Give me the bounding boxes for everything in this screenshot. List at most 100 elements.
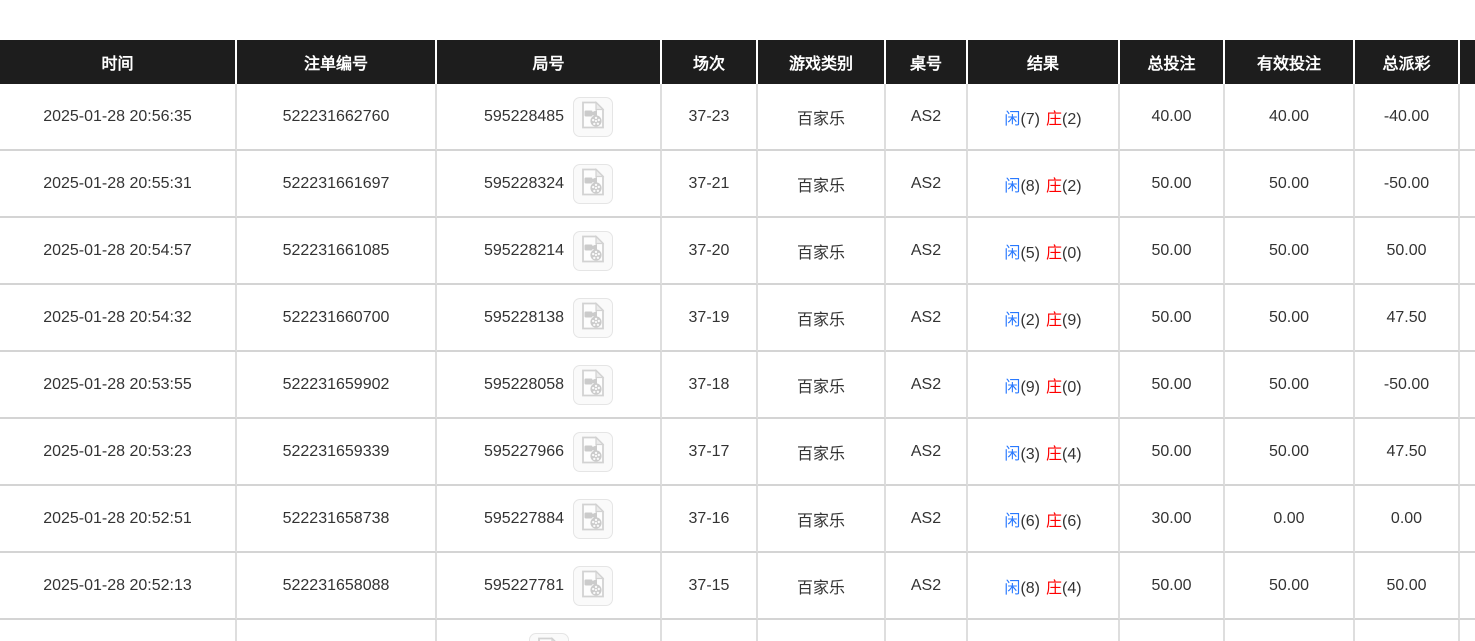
result-player-label: 闲 bbox=[1004, 245, 1020, 262]
result-player-points: (9) bbox=[1020, 379, 1040, 396]
cell-total-payout: -50.00 bbox=[1355, 151, 1460, 218]
cell-round-number: 595228214 bbox=[437, 218, 662, 285]
cell-table-number: AS2 bbox=[886, 84, 968, 151]
result-player-points: (2) bbox=[1020, 312, 1040, 329]
cell-total-payout: 47.50 bbox=[1355, 419, 1460, 486]
cell-total-bet: 50.00 bbox=[1120, 419, 1225, 486]
cell-table-number: AS2 bbox=[886, 151, 968, 218]
table-row: 2025-01-28 20:56:35522231662760595228485… bbox=[0, 84, 1475, 151]
table-row: 2025-01-28 20:54:32522231660700595228138… bbox=[0, 285, 1475, 352]
column-header-结果: 结果 bbox=[968, 40, 1120, 84]
cell-game-type: 百家乐 bbox=[758, 151, 886, 218]
cell-bet-number: 522231658738 bbox=[237, 486, 437, 553]
result-banker-points: (2) bbox=[1062, 178, 1082, 195]
result-banker-points: (9) bbox=[1062, 312, 1082, 329]
cell-empty bbox=[662, 620, 758, 641]
round-number-text: 595227884 bbox=[484, 510, 564, 528]
cell-total-payout: -50.00 bbox=[1355, 352, 1460, 419]
cell-game-type: 百家乐 bbox=[758, 486, 886, 553]
cell-session: 37-21 bbox=[662, 151, 758, 218]
round-number-text: 595228324 bbox=[484, 175, 564, 193]
cell-extra bbox=[1460, 218, 1475, 285]
cell-empty bbox=[1120, 620, 1225, 641]
cell-session: 37-16 bbox=[662, 486, 758, 553]
cell-round-number: 595228324 bbox=[437, 151, 662, 218]
video-file-icon bbox=[537, 637, 561, 641]
cell-session: 37-18 bbox=[662, 352, 758, 419]
cell-valid-bet: 50.00 bbox=[1225, 352, 1355, 419]
cell-bet-number: 522231658088 bbox=[237, 553, 437, 620]
video-replay-button[interactable] bbox=[573, 432, 613, 472]
cell-result: 闲(6)庄(6) bbox=[968, 486, 1120, 553]
cell-table-number: AS2 bbox=[886, 419, 968, 486]
cell-bet-number: 522231659339 bbox=[237, 419, 437, 486]
cell-valid-bet: 50.00 bbox=[1225, 151, 1355, 218]
cell-session: 37-17 bbox=[662, 419, 758, 486]
cell-total-bet: 50.00 bbox=[1120, 151, 1225, 218]
column-header-桌号: 桌号 bbox=[886, 40, 968, 84]
cell-result: 闲(7)庄(2) bbox=[968, 84, 1120, 151]
cell-valid-bet: 50.00 bbox=[1225, 285, 1355, 352]
cell-bet-number: 522231659902 bbox=[237, 352, 437, 419]
table-row: 2025-01-28 20:54:57522231661085595228214… bbox=[0, 218, 1475, 285]
table-row: 2025-01-28 20:52:51522231658738595227884… bbox=[0, 486, 1475, 553]
result-player-points: (7) bbox=[1020, 111, 1040, 128]
cell-total-payout: -40.00 bbox=[1355, 84, 1460, 151]
video-file-icon bbox=[581, 570, 605, 601]
table-row: 2025-01-28 20:53:55522231659902595228058… bbox=[0, 352, 1475, 419]
cell-empty bbox=[886, 620, 968, 641]
video-file-icon bbox=[581, 503, 605, 534]
cell-empty bbox=[758, 620, 886, 641]
video-replay-button[interactable] bbox=[573, 164, 613, 204]
video-file-icon bbox=[581, 235, 605, 266]
cell-extra bbox=[1460, 419, 1475, 486]
cell-round-number: 595228138 bbox=[437, 285, 662, 352]
video-replay-button[interactable] bbox=[573, 365, 613, 405]
table-row: 2025-01-28 20:53:23522231659339595227966… bbox=[0, 419, 1475, 486]
video-replay-button[interactable] bbox=[529, 633, 569, 641]
video-replay-button[interactable] bbox=[573, 97, 613, 137]
cell-valid-bet: 50.00 bbox=[1225, 218, 1355, 285]
cell-empty bbox=[968, 620, 1120, 641]
result-banker-points: (0) bbox=[1062, 379, 1082, 396]
result-banker-points: (6) bbox=[1062, 513, 1082, 530]
cell-table-number: AS2 bbox=[886, 352, 968, 419]
table-header-row: 时间注单编号局号场次游戏类别桌号结果总投注有效投注总派彩 bbox=[0, 40, 1475, 84]
result-banker-label: 庄 bbox=[1046, 379, 1062, 396]
cell-total-bet: 50.00 bbox=[1120, 218, 1225, 285]
cell-session: 37-20 bbox=[662, 218, 758, 285]
video-file-icon bbox=[581, 302, 605, 333]
cell-valid-bet: 50.00 bbox=[1225, 553, 1355, 620]
cell-empty bbox=[437, 620, 662, 641]
video-replay-button[interactable] bbox=[573, 566, 613, 606]
cell-result: 闲(9)庄(0) bbox=[968, 352, 1120, 419]
bet-history-table: 时间注单编号局号场次游戏类别桌号结果总投注有效投注总派彩 2025-01-28 … bbox=[0, 40, 1475, 641]
cell-round-number: 595227781 bbox=[437, 553, 662, 620]
cell-total-bet: 30.00 bbox=[1120, 486, 1225, 553]
round-number-text: 595227966 bbox=[484, 443, 564, 461]
cell-game-type: 百家乐 bbox=[758, 553, 886, 620]
cell-table-number: AS2 bbox=[886, 218, 968, 285]
cell-total-bet: 50.00 bbox=[1120, 553, 1225, 620]
round-number-text: 595228138 bbox=[484, 309, 564, 327]
result-banker-label: 庄 bbox=[1046, 178, 1062, 195]
cell-extra bbox=[1460, 553, 1475, 620]
cell-round-number: 595227884 bbox=[437, 486, 662, 553]
result-banker-points: (2) bbox=[1062, 111, 1082, 128]
result-banker-points: (0) bbox=[1062, 245, 1082, 262]
result-banker-label: 庄 bbox=[1046, 111, 1062, 128]
video-replay-button[interactable] bbox=[573, 231, 613, 271]
result-banker-label: 庄 bbox=[1046, 245, 1062, 262]
cell-extra bbox=[1460, 486, 1475, 553]
video-file-icon bbox=[581, 101, 605, 132]
cell-total-payout: 50.00 bbox=[1355, 218, 1460, 285]
cell-round-number: 595228485 bbox=[437, 84, 662, 151]
result-banker-label: 庄 bbox=[1046, 580, 1062, 597]
video-replay-button[interactable] bbox=[573, 298, 613, 338]
cell-extra bbox=[1460, 352, 1475, 419]
cell-session: 37-15 bbox=[662, 553, 758, 620]
video-replay-button[interactable] bbox=[573, 499, 613, 539]
cell-empty bbox=[1225, 620, 1355, 641]
cell-valid-bet: 40.00 bbox=[1225, 84, 1355, 151]
cell-total-payout: 47.50 bbox=[1355, 285, 1460, 352]
